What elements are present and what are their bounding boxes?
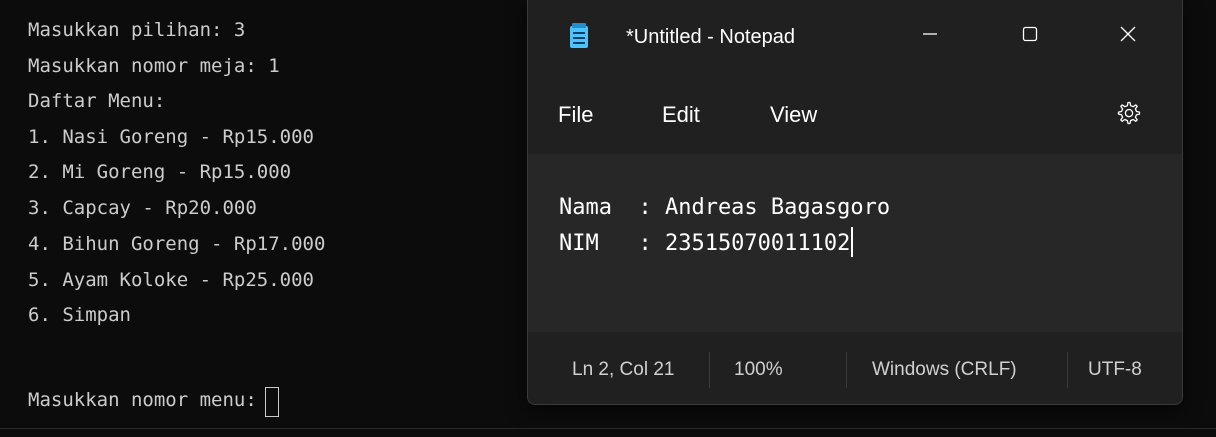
menu-file[interactable]: File — [558, 102, 593, 128]
terminal-cursor — [264, 387, 279, 417]
terminal-line: Masukkan pilihan: 3 — [28, 19, 246, 41]
editor-line: Nama : Andreas Bagasgoro — [559, 195, 891, 220]
zoom-level[interactable]: 100% — [734, 358, 783, 382]
status-divider — [846, 352, 847, 388]
gear-icon[interactable] — [1115, 100, 1141, 126]
terminal-line: Masukkan nomor meja: 1 — [28, 55, 280, 77]
terminal-prompt-line[interactable]: Masukkan nomor menu: — [28, 380, 279, 420]
terminal-line: 3. Capcay - Rp20.000 — [28, 197, 257, 219]
notepad-titlebar[interactable]: *Untitled - Notepad — [528, 0, 1182, 72]
terminal-prompt: Masukkan nomor menu: — [28, 389, 257, 411]
terminal-line: 5. Ayam Koloke - Rp25.000 — [28, 269, 314, 291]
terminal-line: 6. Simpan — [28, 304, 131, 326]
notepad-icon — [570, 23, 588, 48]
close-icon — [1120, 26, 1136, 42]
menu-view[interactable]: View — [770, 102, 817, 128]
window-title: *Untitled - Notepad — [626, 26, 795, 48]
cursor-position: Ln 2, Col 21 — [572, 359, 675, 380]
encoding[interactable]: UTF-8 — [1088, 358, 1142, 382]
terminal-divider — [0, 428, 1216, 429]
menu-bar: File Edit View — [528, 72, 1182, 154]
notepad-window[interactable]: *Untitled - Notepad File Edit View Nama … — [527, 0, 1183, 405]
line-ending[interactable]: Windows (CRLF) — [872, 358, 1017, 382]
editor-line-text: NIM : 23515070011102 — [559, 231, 851, 256]
maximize-button[interactable] — [1000, 10, 1060, 58]
menu-edit[interactable]: Edit — [662, 102, 700, 128]
minimize-icon — [923, 33, 937, 35]
status-bar: Ln 2, Col 21 100% Windows (CRLF) UTF-8 — [528, 332, 1182, 404]
minimize-button[interactable] — [900, 10, 960, 58]
terminal-line: 2. Mi Goreng - Rp15.000 — [28, 161, 292, 183]
status-divider — [709, 352, 710, 388]
maximize-icon — [1022, 26, 1038, 42]
terminal-line: Daftar Menu: — [28, 90, 166, 112]
terminal-line: 1. Nasi Goreng - Rp15.000 — [28, 126, 314, 148]
text-caret — [851, 227, 853, 257]
terminal-line: 4. Bihun Goreng - Rp17.000 — [28, 233, 326, 255]
text-editor[interactable]: Nama : Andreas Bagasgoro NIM : 235150700… — [528, 154, 1182, 332]
status-divider — [1067, 352, 1068, 388]
editor-line: NIM : 23515070011102 — [559, 227, 853, 260]
close-button[interactable] — [1098, 10, 1158, 58]
